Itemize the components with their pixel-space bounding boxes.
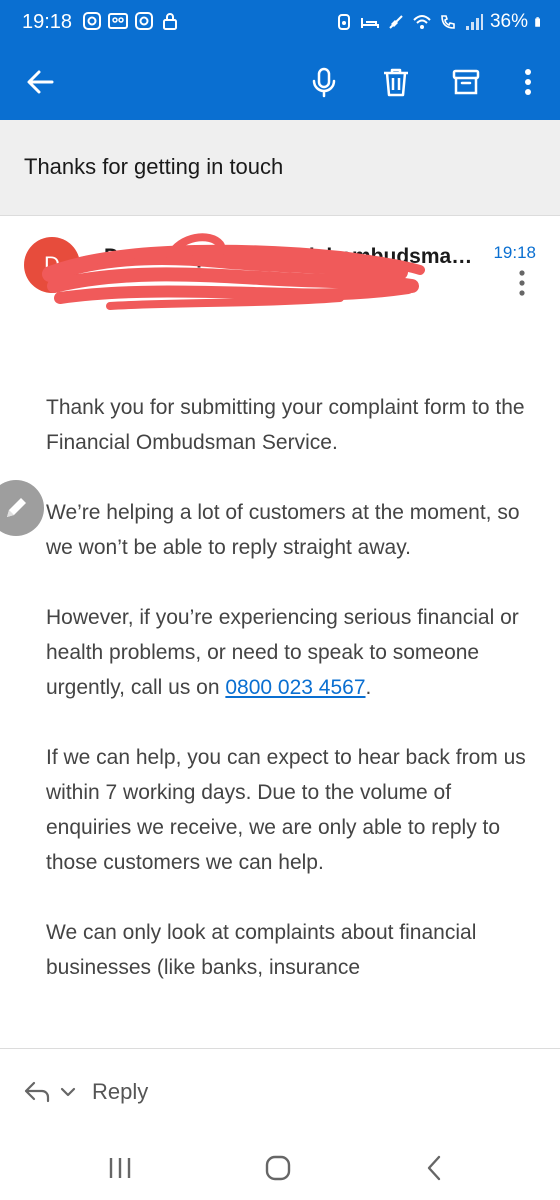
email-body: Thank you for submitting your complaint … <box>46 390 526 1020</box>
microphone-icon <box>312 67 336 98</box>
status-bar: 19:18 36% <box>0 0 560 44</box>
body-paragraph: We can only look at complaints about fin… <box>46 921 477 979</box>
subject-bar: Thanks for getting in touch <box>0 120 560 216</box>
home-icon <box>265 1155 291 1181</box>
lock-icon <box>163 13 177 30</box>
chevron-down-icon <box>60 1087 76 1097</box>
body-paragraph: If we can help, you can expect to hear b… <box>46 746 526 874</box>
mute-icon <box>389 15 403 29</box>
reply-bar: Reply <box>0 1048 560 1134</box>
back-arrow-icon <box>27 70 54 94</box>
more-options-button[interactable] <box>508 62 548 102</box>
wifi-icon <box>413 15 431 29</box>
email-time: 19:18 <box>493 243 536 262</box>
recent-apps-icon <box>109 1158 131 1178</box>
message-more-icon[interactable] <box>514 267 530 299</box>
reply-button[interactable]: Reply <box>92 1079 148 1105</box>
reply-options-button[interactable] <box>22 1079 76 1105</box>
battery-icon <box>535 17 540 27</box>
archive-button[interactable] <box>446 62 486 102</box>
body-paragraph: Thank you for submitting your complaint … <box>46 396 525 454</box>
archive-icon <box>452 69 480 95</box>
recent-apps-button[interactable] <box>104 1152 136 1184</box>
pencil-icon <box>7 498 26 517</box>
delete-button[interactable] <box>376 62 416 102</box>
sleep-icon <box>360 18 379 28</box>
voicemail-icon <box>108 13 128 29</box>
email-subject: Thanks for getting in touch <box>24 154 284 179</box>
more-vertical-icon <box>525 69 531 95</box>
sender-avatar[interactable]: D <box>24 237 80 293</box>
status-left-icons <box>82 11 180 31</box>
home-button[interactable] <box>262 1152 294 1184</box>
alarm-icon <box>337 14 350 30</box>
back-button[interactable] <box>20 62 60 102</box>
phone-link[interactable]: 0800 023 4567 <box>225 676 365 699</box>
instagram-icon <box>83 12 101 30</box>
battery-percent: 36% <box>489 11 528 32</box>
sender-address[interactable]: Do not reply@financial-ombudsman-service… <box>104 245 482 269</box>
back-chevron-icon <box>427 1155 441 1181</box>
system-nav-bar <box>0 1134 560 1200</box>
status-time: 19:18 <box>22 11 73 33</box>
edit-fab-button[interactable] <box>0 480 44 536</box>
sender-row[interactable]: D Do not reply@financial-ombudsman-servi… <box>0 217 560 317</box>
status-right-icons: 36% <box>334 11 546 33</box>
dictate-button[interactable] <box>304 62 344 102</box>
app-bar <box>0 44 560 120</box>
body-paragraph: We’re helping a lot of customers at the … <box>46 501 520 559</box>
reply-arrow-icon <box>24 1081 50 1103</box>
instagram-icon <box>135 12 153 30</box>
trash-icon <box>384 68 408 97</box>
signal-icon <box>465 14 483 30</box>
back-nav-button[interactable] <box>418 1152 450 1184</box>
body-paragraph: However, if you’re experiencing serious … <box>46 606 519 699</box>
wifi-calling-icon <box>441 15 455 29</box>
